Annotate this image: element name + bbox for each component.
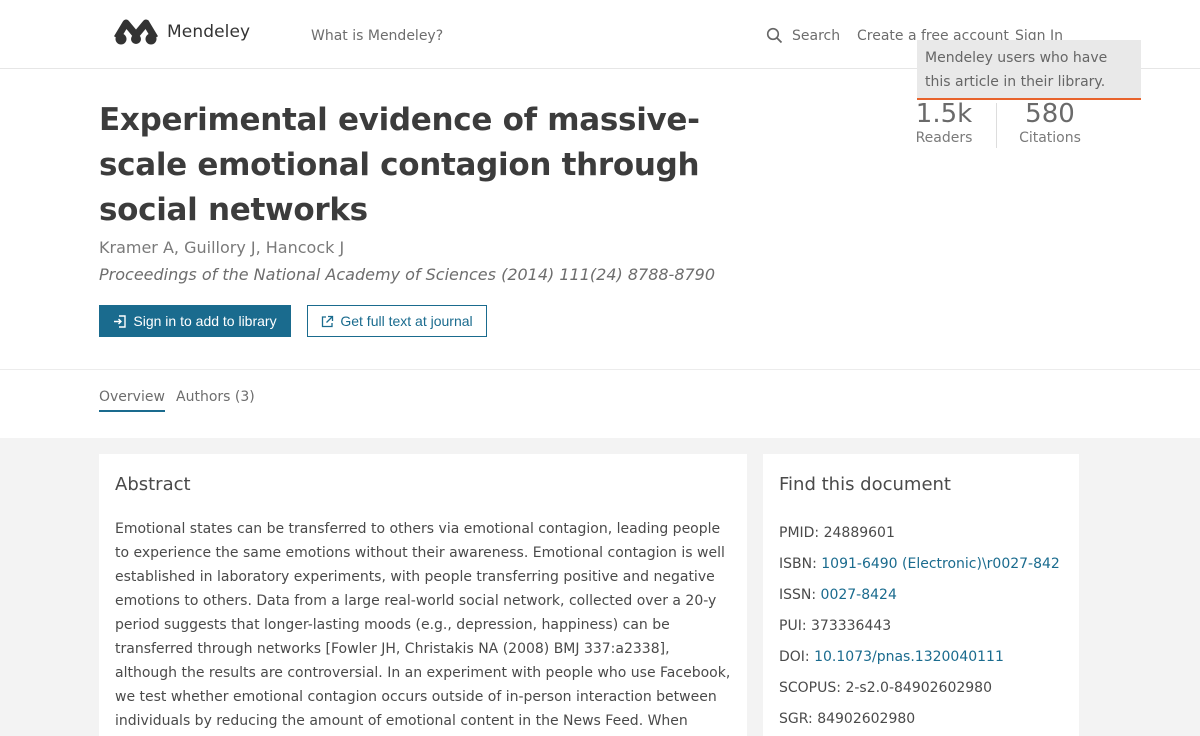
identifier-isbn: ISBN: 1091-6490 (Electronic)\r0027-842 bbox=[779, 552, 1063, 583]
identifier-label: SCOPUS: bbox=[779, 680, 846, 696]
identifier-list: PMID: 24889601 ISBN: 1091-6490 (Electron… bbox=[779, 521, 1063, 736]
abstract-card: Abstract Emotional states can be transfe… bbox=[99, 454, 747, 736]
identifier-doi: DOI: 10.1073/pnas.1320040111 bbox=[779, 645, 1063, 676]
doi-link[interactable]: 10.1073/pnas.1320040111 bbox=[814, 649, 1004, 665]
identifier-label: ISBN: bbox=[779, 556, 822, 572]
mendeley-logo-icon bbox=[114, 19, 158, 45]
author-list: Kramer A, Guillory J, Hancock J bbox=[99, 238, 345, 257]
tab-overview[interactable]: Overview bbox=[99, 389, 165, 412]
identifier-issn: ISSN: 0027-8424 bbox=[779, 583, 1063, 614]
identifier-label: DOI: bbox=[779, 649, 815, 665]
get-full-text-button[interactable]: Get full text at journal bbox=[307, 305, 487, 337]
search-icon bbox=[766, 27, 783, 44]
identifier-value: 24889601 bbox=[823, 525, 895, 541]
search-label: Search bbox=[792, 27, 841, 44]
brand-name: Mendeley bbox=[167, 22, 251, 42]
find-document-heading: Find this document bbox=[779, 474, 951, 495]
identifier-label: PMID: bbox=[779, 525, 824, 541]
readers-tooltip: Mendeley users who have this article in … bbox=[917, 40, 1141, 100]
get-full-text-label: Get full text at journal bbox=[340, 313, 473, 329]
add-to-library-label: Sign in to add to library bbox=[133, 313, 277, 329]
identifier-label: SGR: bbox=[779, 711, 818, 727]
citations-count: 580 bbox=[1025, 99, 1075, 129]
issn-link[interactable]: 0027-8424 bbox=[821, 587, 897, 603]
nav-what-is-mendeley[interactable]: What is Mendeley? bbox=[311, 28, 443, 44]
sign-in-icon bbox=[113, 314, 127, 328]
nav-search[interactable]: Search bbox=[766, 27, 840, 44]
identifier-value: 2-s2.0-84902602980 bbox=[845, 680, 992, 696]
mendeley-logo[interactable]: Mendeley bbox=[114, 19, 250, 45]
identifier-pui: PUI: 373336443 bbox=[779, 614, 1063, 645]
readers-stat[interactable]: 1.5k Readers bbox=[910, 99, 978, 146]
page-title: Experimental evidence of massive-scale e… bbox=[99, 102, 700, 228]
external-link-icon bbox=[321, 315, 334, 328]
readers-label: Readers bbox=[915, 130, 973, 146]
citations-label: Citations bbox=[1019, 130, 1081, 146]
citations-stat[interactable]: 580 Citations bbox=[1016, 99, 1084, 146]
identifier-pmid: PMID: 24889601 bbox=[779, 521, 1063, 552]
abstract-heading: Abstract bbox=[115, 474, 191, 495]
identifier-value: 84902602980 bbox=[817, 711, 916, 727]
abstract-text: Emotional states can be transferred to o… bbox=[115, 521, 731, 729]
tabs-divider bbox=[0, 369, 1200, 370]
identifier-value: 373336443 bbox=[811, 618, 892, 634]
identifier-scopus: SCOPUS: 2-s2.0-84902602980 bbox=[779, 676, 1063, 707]
readers-count: 1.5k bbox=[915, 99, 973, 129]
find-document-card: Find this document PMID: 24889601 ISBN: … bbox=[763, 454, 1079, 736]
stats-divider bbox=[996, 103, 997, 148]
add-to-library-button[interactable]: Sign in to add to library bbox=[99, 305, 291, 337]
identifier-label: PUI: bbox=[779, 618, 811, 634]
identifier-label: ISSN: bbox=[779, 587, 821, 603]
journal-citation: Proceedings of the National Academy of S… bbox=[99, 265, 716, 284]
tab-authors[interactable]: Authors (3) bbox=[176, 389, 255, 405]
identifier-sgr: SGR: 84902602980 bbox=[779, 707, 1063, 736]
isbn-link[interactable]: 1091-6490 (Electronic)\r0027-842 bbox=[821, 556, 1060, 572]
